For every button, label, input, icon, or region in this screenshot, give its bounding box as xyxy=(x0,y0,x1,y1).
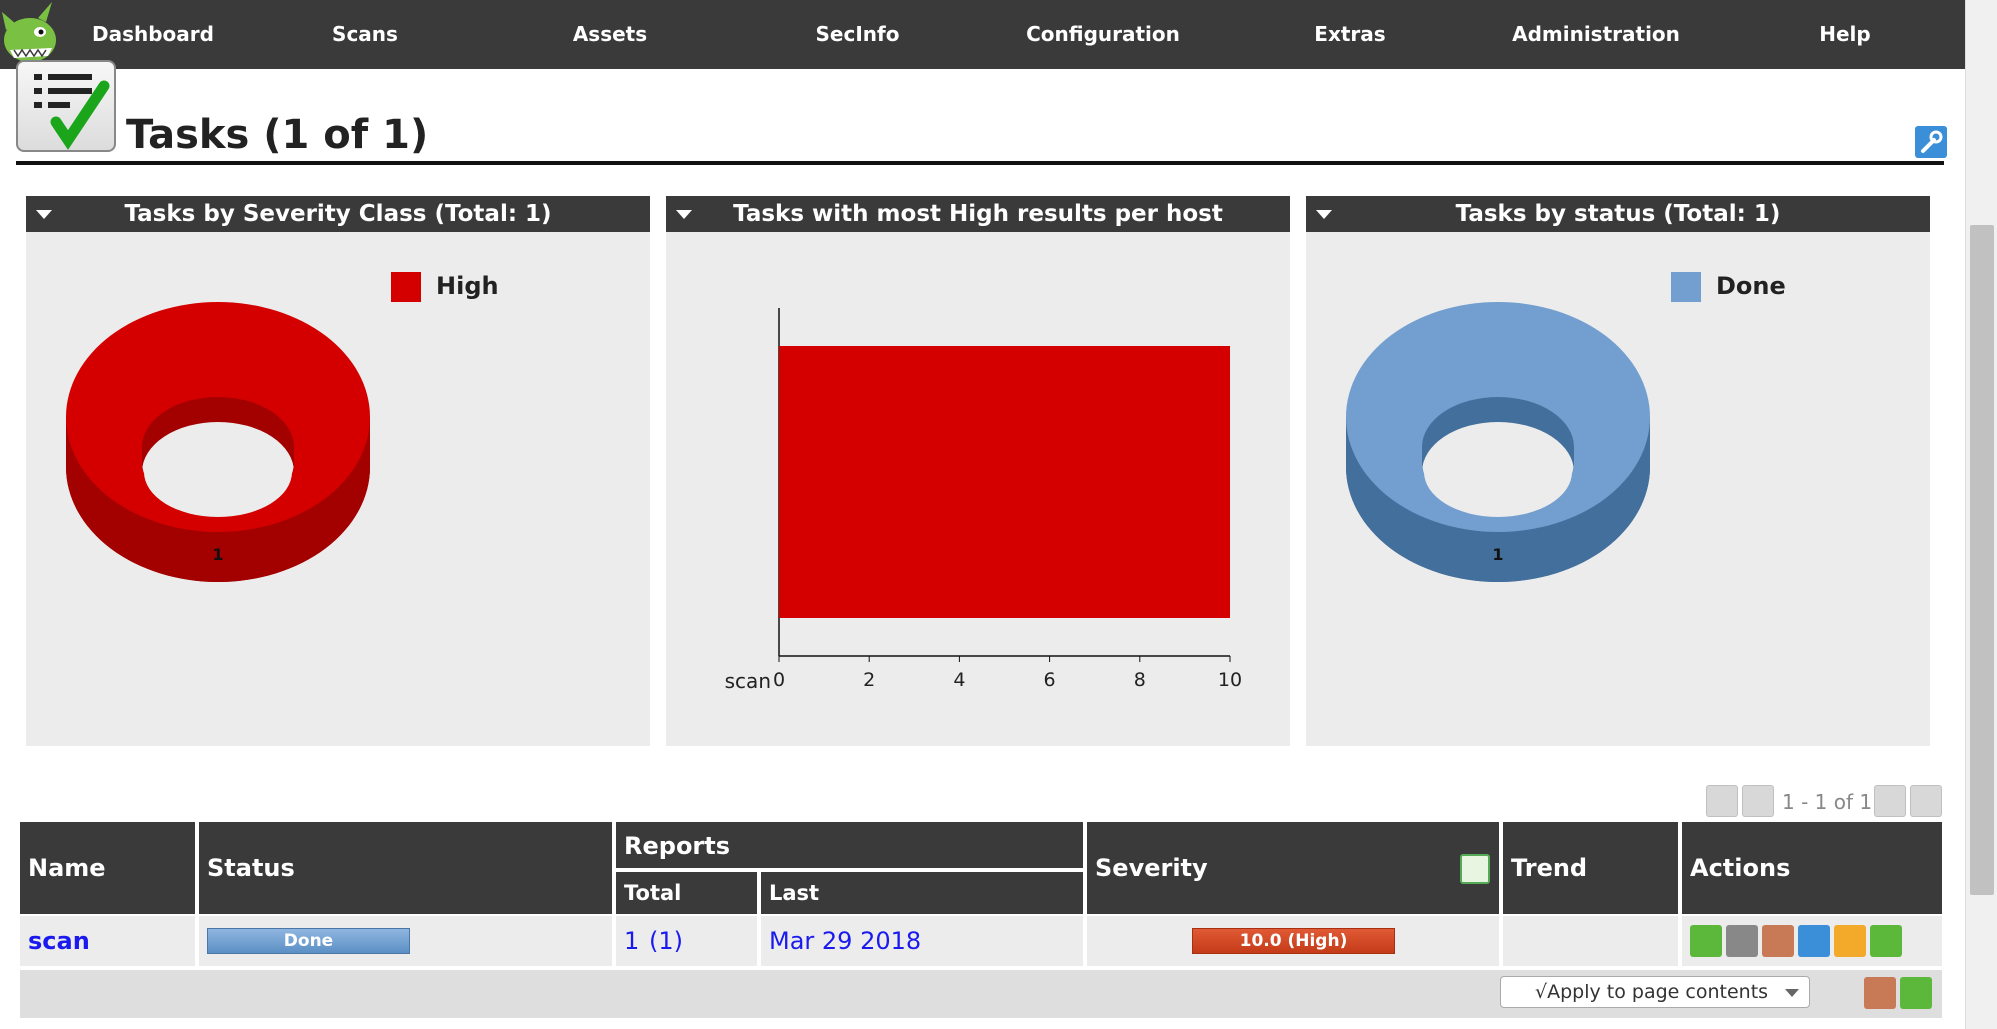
slice-label: 1 xyxy=(1492,545,1503,564)
apply-select-label: √Apply to page contents xyxy=(1535,981,1769,1003)
greenbone-logo-icon[interactable] xyxy=(0,0,64,69)
wrench-icon[interactable] xyxy=(1915,126,1947,158)
panel-header[interactable]: Tasks by status (Total: 1) xyxy=(1306,196,1930,232)
next-page-icon[interactable] xyxy=(1874,785,1906,817)
previous-page-icon[interactable] xyxy=(1742,785,1774,817)
nav-administration[interactable]: Administration xyxy=(1505,0,1687,69)
table-row-last-cell: Mar 29 2018 xyxy=(761,916,1083,966)
severity-badge: 10.0 (High) xyxy=(1192,928,1395,954)
last-page-icon[interactable] xyxy=(1910,785,1942,817)
chevron-down-icon xyxy=(1785,989,1799,997)
last-report-link[interactable]: Mar 29 2018 xyxy=(769,916,921,966)
report-finished-link[interactable]: (1) xyxy=(649,916,683,966)
table-row-severity-cell: 10.0 (High) xyxy=(1087,916,1499,966)
table-row-total-cell: 1 (1) xyxy=(616,916,757,966)
panel-high-results: Tasks with most High results per host 0 2… xyxy=(666,196,1290,746)
panel-header[interactable]: Tasks by Severity Class (Total: 1) xyxy=(26,196,650,232)
panel-status: Tasks by status (Total: 1) Done 1 xyxy=(1306,196,1930,746)
col-header-reports: Reports xyxy=(616,822,1083,868)
resume-icon[interactable] xyxy=(1726,925,1758,957)
col-header-name[interactable]: Name xyxy=(20,822,195,914)
nav-help[interactable]: Help xyxy=(1805,0,1885,69)
task-list-icon xyxy=(16,60,116,152)
title-divider xyxy=(16,161,1944,165)
page-title: Tasks (1 of 1) xyxy=(126,112,429,158)
severity-donut-chart: 1 xyxy=(66,302,370,582)
high-results-bar-chart: 0 2 4 6 8 10 scan xyxy=(725,308,1242,693)
x-tick-label: 4 xyxy=(953,669,965,691)
panel-title: Tasks by status (Total: 1) xyxy=(1455,201,1781,227)
col-header-status[interactable]: Status xyxy=(199,822,612,914)
bar-scan[interactable] xyxy=(779,346,1230,618)
start-icon[interactable] xyxy=(1690,925,1722,957)
table-row-actions-cell xyxy=(1682,916,1942,966)
collapse-triangle-icon[interactable] xyxy=(1316,210,1332,219)
edit-wrench-icon[interactable] xyxy=(1798,925,1830,957)
bulk-trash-icon[interactable] xyxy=(1864,977,1896,1009)
nav-assets[interactable]: Assets xyxy=(560,0,660,69)
nav-extras[interactable]: Extras xyxy=(1300,0,1400,69)
donut-hole-floor xyxy=(1424,427,1572,517)
nav-configuration[interactable]: Configuration xyxy=(1020,0,1186,69)
collapse-triangle-icon[interactable] xyxy=(676,210,692,219)
clone-sheep-icon[interactable] xyxy=(1834,925,1866,957)
collapse-triangle-icon[interactable] xyxy=(36,210,52,219)
first-page-icon[interactable] xyxy=(1706,785,1738,817)
table-row-name-cell: scan xyxy=(20,916,195,966)
panel-title: Tasks with most High results per host xyxy=(733,201,1223,227)
table-row-status-cell: Done xyxy=(199,916,612,966)
donut-hole-floor xyxy=(144,427,292,517)
col-header-actions: Actions xyxy=(1682,822,1942,914)
trash-icon[interactable] xyxy=(1762,925,1794,957)
panel-severity-class: Tasks by Severity Class (Total: 1) High … xyxy=(26,196,650,746)
x-tick-label: 10 xyxy=(1218,669,1242,691)
bulk-export-icon[interactable] xyxy=(1900,977,1932,1009)
x-tick-label: 8 xyxy=(1134,669,1146,691)
category-label: scan xyxy=(725,669,771,693)
status-donut-chart: 1 xyxy=(1346,302,1650,582)
col-header-severity[interactable]: Severity xyxy=(1087,822,1499,914)
scrollbar-thumb[interactable] xyxy=(1970,225,1994,895)
col-header-last[interactable]: Last xyxy=(761,872,1083,914)
nav-secinfo[interactable]: SecInfo xyxy=(805,0,910,69)
col-header-trend[interactable]: Trend xyxy=(1503,822,1678,914)
nav-scans[interactable]: Scans xyxy=(315,0,415,69)
export-download-icon[interactable] xyxy=(1870,925,1902,957)
panel-header[interactable]: Tasks with most High results per host xyxy=(666,196,1290,232)
task-name-link[interactable]: scan xyxy=(28,916,90,966)
top-navigation: Dashboard Scans Assets SecInfo Configura… xyxy=(0,0,1965,69)
panel-title: Tasks by Severity Class (Total: 1) xyxy=(124,201,552,227)
auto-refresh-icon[interactable] xyxy=(1460,854,1490,884)
vertical-scrollbar[interactable] xyxy=(1965,0,1997,1029)
x-tick-label: 6 xyxy=(1044,669,1056,691)
status-badge[interactable]: Done xyxy=(207,928,410,954)
x-tick-label: 2 xyxy=(863,669,875,691)
table-row-trend-cell xyxy=(1503,916,1678,966)
nav-dashboard[interactable]: Dashboard xyxy=(88,0,218,69)
apply-to-page-select[interactable]: √Apply to page contents xyxy=(1500,976,1810,1008)
pagination-text: 1 - 1 of 1 xyxy=(1782,790,1873,814)
slice-label: 1 xyxy=(212,545,223,564)
report-count-link[interactable]: 1 xyxy=(624,916,639,966)
x-tick-label: 0 xyxy=(773,669,785,691)
col-header-total[interactable]: Total xyxy=(616,872,757,914)
